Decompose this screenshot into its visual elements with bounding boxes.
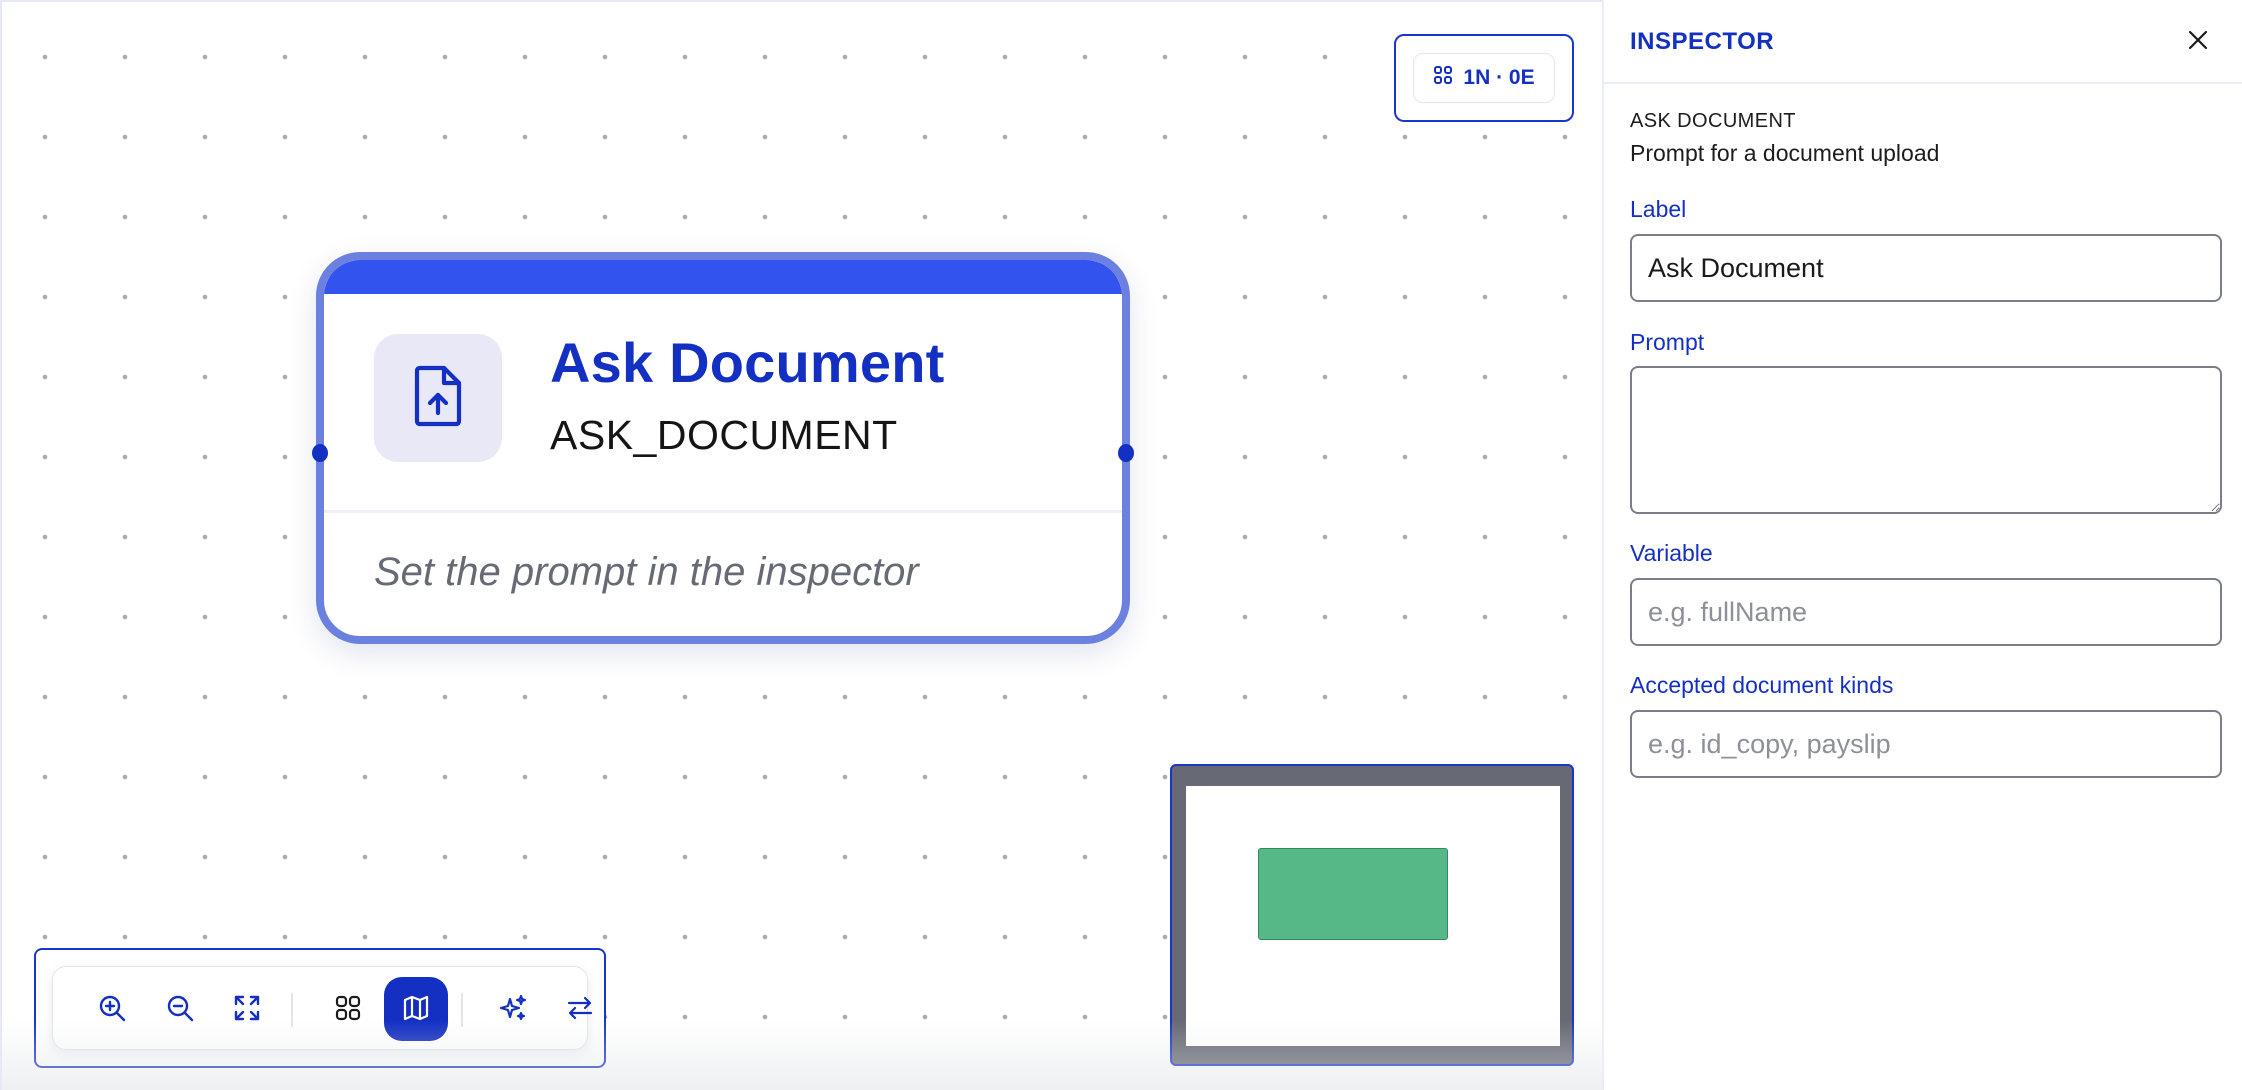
variable-input[interactable] [1630, 578, 2222, 646]
node-icon-box [374, 334, 502, 462]
accepted-kinds-input[interactable] [1630, 710, 2222, 778]
inspector-node-description: Prompt for a document upload [1630, 140, 1940, 166]
minimap-node [1258, 848, 1448, 940]
node-type: ASK_DOCUMENT [550, 412, 898, 458]
label-field-label: Label [1630, 196, 1687, 222]
inspector-title: INSPECTOR [1630, 28, 1775, 55]
close-inspector-button[interactable] [2182, 26, 2214, 58]
node-hint: Set the prompt in the inspector [374, 550, 919, 594]
prompt-textarea[interactable] [1630, 366, 2222, 514]
minimap[interactable] [1170, 764, 1574, 1066]
close-icon [2186, 28, 2210, 56]
label-input[interactable] [1630, 234, 2222, 302]
zoom-in-icon [97, 993, 127, 1026]
ask-document-node[interactable]: Ask Document ASK_DOCUMENT Set the prompt… [312, 252, 1134, 644]
node-title: Ask Document [550, 331, 945, 394]
node-input-handle[interactable] [312, 444, 328, 462]
toolbar-separator [291, 993, 293, 1027]
accepted-kinds-field-label: Accepted document kinds [1630, 672, 1894, 698]
node-accent-bar [324, 260, 1122, 294]
inspector-node-kind: ASK DOCUMENT [1630, 110, 1796, 132]
zoom-out-icon [165, 993, 195, 1026]
graph-stats-badge: 1N · 0E [1413, 53, 1555, 103]
inspector-panel: INSPECTOR ASK DOCUMENT Prompt for a docu… [1602, 0, 2242, 1090]
swap-direction-button[interactable] [548, 977, 612, 1041]
graph-stats-panel: 1N · 0E [1394, 34, 1574, 122]
magic-button[interactable] [481, 977, 545, 1041]
canvas-controls-panel [34, 948, 606, 1068]
flow-canvas[interactable]: 1N · 0E Ask Document ASK_DOCUMENT Set th… [0, 0, 1602, 1090]
zoom-in-button[interactable] [80, 977, 144, 1041]
toolbar-separator [461, 993, 463, 1027]
canvas-toolbar [52, 966, 593, 1050]
minimap-viewport[interactable] [1186, 786, 1560, 1046]
auto-layout-button[interactable] [316, 977, 380, 1041]
grid-icon [1433, 65, 1453, 91]
file-upload-icon [411, 365, 465, 431]
inspector-header: INSPECTOR [1604, 0, 2242, 84]
map-icon [401, 993, 431, 1026]
prompt-field-label: Prompt [1630, 329, 1705, 355]
node-divider [324, 510, 1122, 513]
fit-view-button[interactable] [215, 977, 279, 1041]
variable-field-label: Variable [1630, 540, 1713, 566]
zoom-out-button[interactable] [148, 977, 212, 1041]
grid-icon [333, 993, 363, 1026]
sparkles-icon [498, 993, 528, 1026]
expand-icon [232, 993, 262, 1026]
graph-stats-text: 1N · 0E [1463, 66, 1535, 89]
minimap-toggle-button[interactable] [384, 977, 448, 1041]
arrows-swap-icon [565, 993, 595, 1026]
node-output-handle[interactable] [1118, 444, 1134, 462]
